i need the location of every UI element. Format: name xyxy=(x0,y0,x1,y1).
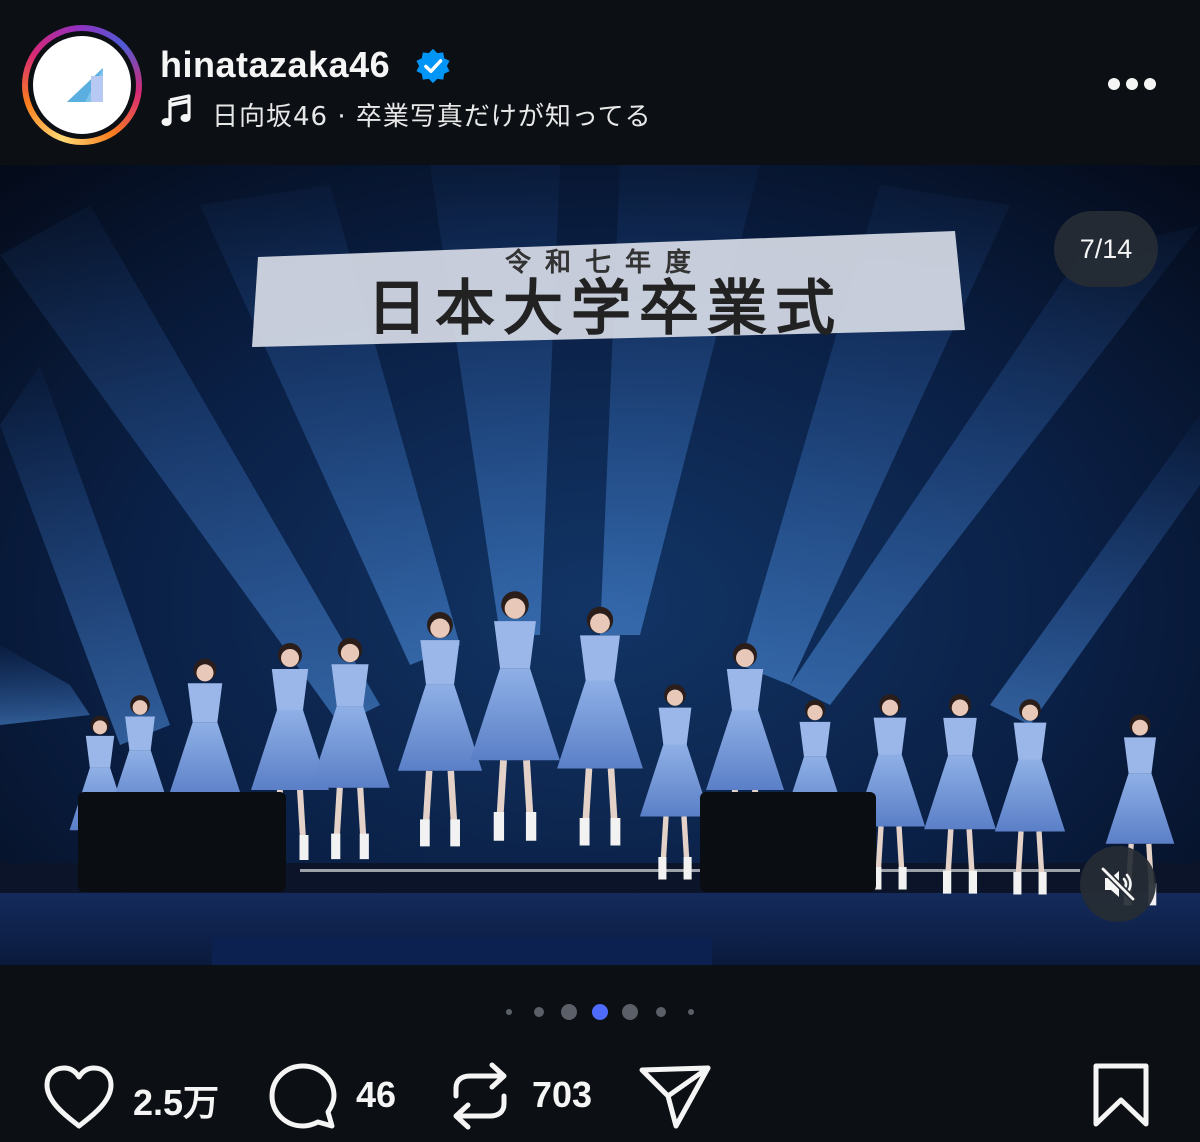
concert-stage-image: 令和七年度 日本大学卒業式 xyxy=(0,165,1200,965)
more-dot xyxy=(1108,78,1120,90)
carousel-dot xyxy=(622,1004,638,1020)
carousel-dot xyxy=(688,1009,694,1015)
profile-avatar[interactable] xyxy=(33,36,131,134)
repost-count[interactable]: 703 xyxy=(532,1074,592,1116)
more-dot xyxy=(1144,78,1156,90)
verified-badge-icon xyxy=(416,48,450,84)
comment-count[interactable]: 46 xyxy=(356,1074,396,1116)
carousel-dot-active xyxy=(592,1004,608,1020)
carousel-dot xyxy=(561,1004,577,1020)
username[interactable]: hinatazaka46 xyxy=(160,44,390,86)
carousel-counter: 7/14 xyxy=(1054,211,1158,287)
carousel-dot xyxy=(506,1009,512,1015)
comment-bubble-icon[interactable] xyxy=(268,1062,338,1132)
story-ring[interactable] xyxy=(22,25,142,145)
carousel-dot xyxy=(534,1007,544,1017)
heart-icon[interactable] xyxy=(42,1064,116,1130)
hinatazaka-logo xyxy=(67,68,103,102)
more-dot xyxy=(1126,78,1138,90)
bookmark-icon[interactable] xyxy=(1090,1062,1152,1128)
audio-track-label[interactable]: 日向坂46 · 卒業写真だけが知ってる xyxy=(212,96,652,133)
post-photo[interactable]: 令和七年度 日本大学卒業式 7/14 xyxy=(0,165,1200,965)
send-icon[interactable] xyxy=(638,1062,712,1132)
like-count[interactable]: 2.5万 xyxy=(133,1074,219,1126)
banner-large-text: 日本大学卒業式 xyxy=(367,274,843,344)
stage-speaker xyxy=(78,792,286,892)
more-options-button[interactable] xyxy=(1104,72,1160,96)
action-bar: 2.5万 46 703 xyxy=(0,1050,1200,1142)
music-note-icon xyxy=(161,94,191,126)
post-header: hinatazaka46 日向坂46 · 卒業写真だけが知ってる xyxy=(0,0,1200,165)
mute-button[interactable] xyxy=(1080,846,1156,922)
repost-icon[interactable] xyxy=(448,1060,512,1132)
carousel-dots xyxy=(0,1000,1200,1024)
stage-speaker xyxy=(700,792,876,892)
carousel-dot xyxy=(656,1007,666,1017)
speaker-muted-icon xyxy=(1100,866,1136,902)
